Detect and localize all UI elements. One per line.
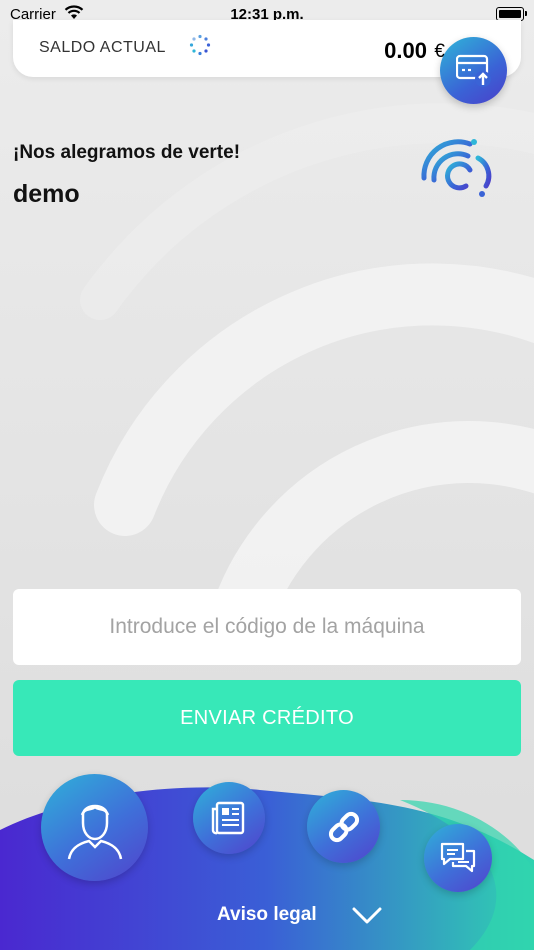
links-button[interactable]: [307, 790, 380, 863]
news-button[interactable]: [193, 782, 265, 854]
legal-notice-link[interactable]: Aviso legal: [217, 904, 317, 926]
newspaper-icon: [211, 801, 245, 835]
user-icon: [67, 804, 122, 859]
chat-bubbles-icon: [440, 842, 476, 873]
machine-code-input[interactable]: [13, 589, 521, 665]
username: demo: [13, 180, 80, 208]
balance-label: SALDO ACTUAL: [39, 39, 166, 56]
greeting-text: ¡Nos alegramos de verte!: [13, 142, 241, 163]
link-icon: [328, 811, 359, 842]
loading-spinner-icon: [189, 34, 211, 56]
profile-button[interactable]: [41, 774, 148, 881]
battery-icon: [496, 7, 527, 21]
chat-button[interactable]: [424, 824, 492, 892]
chevron-down-icon[interactable]: [351, 906, 383, 926]
balance-amount: 0.00: [384, 38, 427, 63]
top-up-button[interactable]: [440, 37, 507, 104]
brand-logo-icon: [421, 139, 492, 197]
card-upload-icon: [456, 54, 491, 87]
send-credit-button[interactable]: ENVIAR CRÉDITO: [13, 680, 521, 756]
